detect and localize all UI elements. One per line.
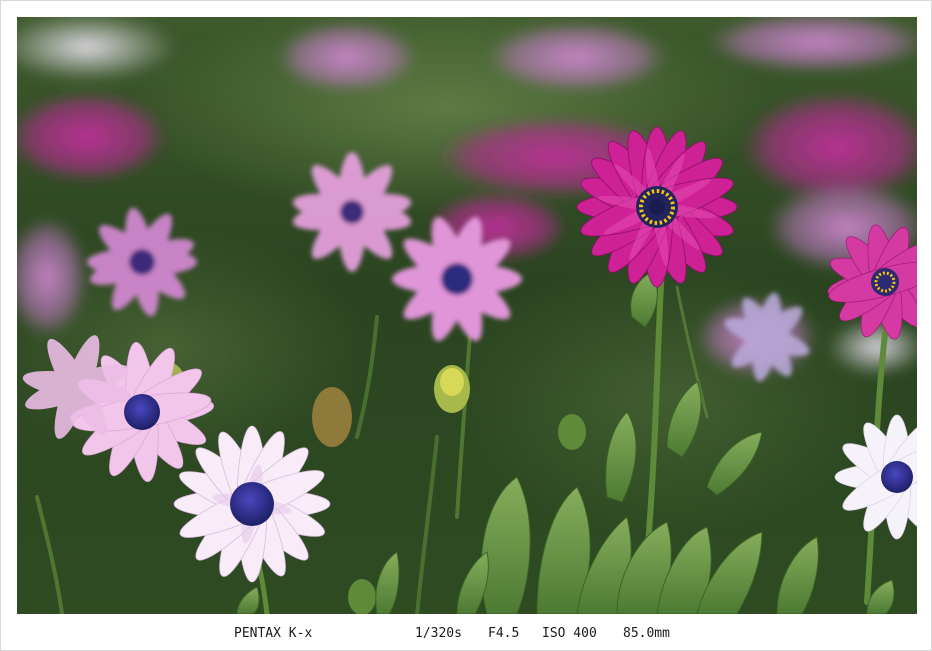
exif-focal-length: 85.0mm bbox=[623, 626, 670, 641]
exif-caption: PENTAX K-x 1/320s F4.5 ISO 400 85.0mm bbox=[1, 622, 932, 648]
exif-aperture: F4.5 bbox=[488, 626, 520, 641]
photograph bbox=[17, 17, 917, 614]
exif-shutter: 1/320s bbox=[415, 626, 462, 641]
exif-camera: PENTAX K-x bbox=[234, 626, 313, 641]
photo-frame: PENTAX K-x 1/320s F4.5 ISO 400 85.0mm bbox=[0, 0, 932, 651]
exif-iso: ISO 400 bbox=[542, 626, 597, 641]
flower-white-front bbox=[173, 425, 331, 583]
flower-field-image bbox=[17, 17, 917, 614]
